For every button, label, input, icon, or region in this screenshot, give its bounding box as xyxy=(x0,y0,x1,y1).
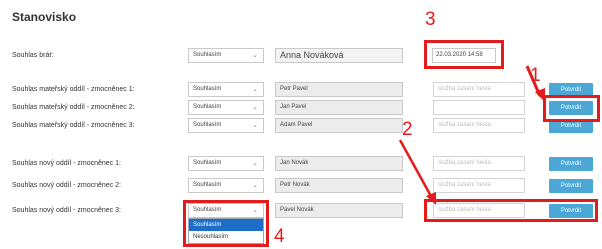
annotation-marker-1: 1 xyxy=(530,65,541,86)
annotation-arrows xyxy=(398,65,545,205)
arrow-line-2 xyxy=(398,139,434,199)
annotation-marker-3: 3 xyxy=(425,9,436,30)
annotation-marker-2: 2 xyxy=(402,119,413,140)
annotation-marker-4: 4 xyxy=(274,226,285,247)
